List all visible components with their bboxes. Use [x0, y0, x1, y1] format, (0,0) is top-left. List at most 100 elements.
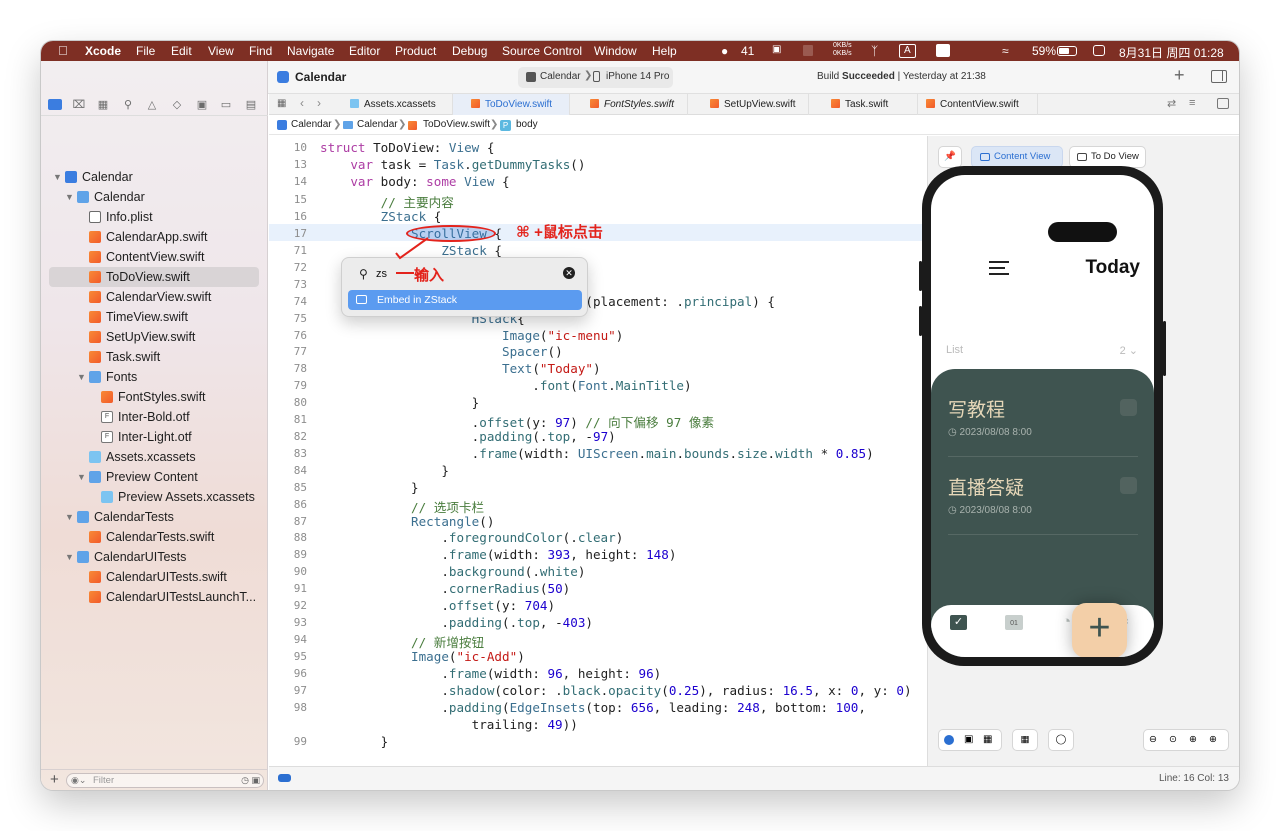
add-task-button[interactable]: + — [1072, 603, 1127, 657]
menu-item-find[interactable]: Find — [249, 44, 272, 58]
tree-item-calendarapp[interactable]: CalendarApp.swift — [49, 227, 259, 247]
tree-item-task[interactable]: Task.swift — [49, 347, 259, 367]
bluetooth-icon[interactable]: ᛉ — [871, 44, 878, 58]
issue-navigator-icon[interactable]: △ — [145, 98, 159, 112]
variants-icon[interactable]: ▦ — [983, 730, 992, 750]
tree-item-fonts-group[interactable]: ▼ Fonts — [49, 367, 259, 387]
folder-navigator-icon[interactable] — [48, 99, 62, 110]
task-checkbox[interactable] — [1120, 477, 1137, 494]
menu-item-navigate[interactable]: Navigate — [287, 44, 334, 58]
tree-item-preview-assets[interactable]: Preview Assets.xcassets — [49, 487, 259, 507]
photos-icon[interactable] — [936, 44, 950, 57]
input-source[interactable]: A — [899, 44, 916, 58]
report-navigator-icon[interactable]: ▤ — [244, 98, 258, 112]
selectable-icon[interactable]: ▣ — [964, 730, 973, 750]
breadcrumb-symbol[interactable]: body — [516, 115, 538, 135]
find-navigator-icon[interactable]: ⚲ — [121, 98, 135, 112]
clear-search-icon[interactable]: ✕ — [563, 267, 575, 279]
menubar-clock[interactable]: 8月31日 周四 01:28 — [1119, 44, 1224, 61]
breakpoint-navigator-icon[interactable]: ▭ — [219, 98, 233, 112]
doc-icon[interactable] — [803, 45, 813, 56]
menu-item-window[interactable]: Window — [594, 44, 637, 58]
debug-area-toggle[interactable] — [278, 774, 291, 782]
recent-files-icon[interactable]: ◷ — [241, 775, 249, 786]
add-editor-icon[interactable] — [1217, 98, 1229, 109]
tree-item-calendar-group[interactable]: ▼ Calendar — [49, 187, 259, 207]
zoom-100-icon[interactable]: ⊙ — [1169, 730, 1177, 750]
filter-options-icon[interactable]: ◉⌄ — [71, 775, 86, 786]
tab-task[interactable]: Task.swift — [809, 94, 918, 115]
tab-todoview[interactable]: ToDoView.swift — [453, 94, 570, 115]
tree-item-info-plist[interactable]: Info.plist — [49, 207, 259, 227]
wifi-icon[interactable]: ≈ — [1002, 44, 1009, 58]
list-count[interactable]: 2 ⌄ — [1120, 344, 1138, 357]
source-control-icon[interactable]: ⌧ — [72, 98, 86, 112]
embed-in-zstack-option[interactable]: Embed in ZStack — [348, 290, 582, 310]
test-navigator-icon[interactable]: ◇ — [170, 98, 184, 112]
menu-item-view[interactable]: View — [208, 44, 234, 58]
add-icon[interactable]: + — [1174, 65, 1185, 86]
live-preview-icon[interactable] — [944, 735, 954, 745]
tree-item-calendaruitests-group[interactable]: ▼ CalendarUITests — [49, 547, 259, 567]
tree-item-contentview[interactable]: ContentView.swift — [49, 247, 259, 267]
tree-item-assets[interactable]: Assets.xcassets — [49, 447, 259, 467]
task-checkbox[interactable] — [1120, 399, 1137, 416]
filter-field[interactable]: ◉⌄ Filter ◷ ▣ — [66, 773, 264, 788]
menu-item-help[interactable]: Help — [652, 44, 677, 58]
menu-item-edit[interactable]: Edit — [171, 44, 192, 58]
zoom-out-icon[interactable]: ⊖ — [1149, 730, 1157, 750]
inspector-toggle-icon[interactable] — [1211, 70, 1227, 83]
menu-item-file[interactable]: File — [136, 44, 155, 58]
debug-navigator-icon[interactable]: ▣ — [195, 98, 209, 112]
pin-icon[interactable]: 📌 — [938, 146, 962, 168]
battery-icon[interactable] — [1057, 46, 1077, 56]
scheme-selector[interactable]: Calendar ❯ iPhone 14 Pro — [518, 67, 673, 88]
iphone-screen[interactable]: Today List 2 ⌄ 写教程 ◷ 2023/08/08 8:00 直播答… — [931, 175, 1154, 657]
zoom-in-icon[interactable]: ⊕ — [1209, 730, 1217, 750]
menu-item-source-control[interactable]: Source Control — [502, 44, 582, 58]
device-name[interactable]: iPhone 14 Pro — [606, 71, 669, 82]
breadcrumb-group[interactable]: Calendar — [357, 115, 398, 135]
control-center-icon[interactable] — [1093, 45, 1105, 56]
tree-item-setupview[interactable]: SetUpView.swift — [49, 327, 259, 347]
filter-scm-icon[interactable]: ▣ — [251, 775, 260, 786]
wechat-icon[interactable]: ● — [721, 44, 728, 58]
tab-assets[interactable]: Assets.xcassets — [333, 94, 453, 115]
tree-item-calendar-project[interactable]: ▼ Calendar — [49, 167, 259, 187]
tree-item-fontstyles[interactable]: FontStyles.swift — [49, 387, 259, 407]
tree-item-preview-content[interactable]: ▼ Preview Content — [49, 467, 259, 487]
calendar-tab-icon[interactable]: 01 — [1005, 615, 1023, 630]
screen-icon[interactable]: ▣ — [772, 44, 781, 55]
tree-item-inter-bold[interactable]: F Inter-Bold.otf — [49, 407, 259, 427]
tab-setupview[interactable]: SetUpView.swift — [688, 94, 809, 115]
content-view-button[interactable]: Content View — [971, 146, 1063, 168]
related-items-icon[interactable]: ⇄ — [1167, 97, 1176, 110]
breadcrumb-project[interactable]: Calendar — [291, 115, 332, 135]
tree-item-inter-light[interactable]: F Inter-Light.otf — [49, 427, 259, 447]
device-orientation-icon[interactable]: ◯ — [1048, 729, 1074, 751]
zoom-fit-icon[interactable]: ⊕ — [1189, 730, 1197, 750]
menu-item-product[interactable]: Product — [395, 44, 436, 58]
grid-icon[interactable]: ▦ — [277, 98, 286, 109]
tree-item-calendaruitests-launch[interactable]: CalendarUITestsLaunchT... — [49, 587, 259, 607]
timer-tab-icon[interactable]: ◔ — [1062, 613, 1071, 630]
apple-icon[interactable]:  — [58, 43, 68, 58]
menu-item-debug[interactable]: Debug — [452, 44, 487, 58]
tree-item-calendartests-group[interactable]: ▼ CalendarTests — [49, 507, 259, 527]
scheme-name[interactable]: Calendar — [540, 71, 581, 82]
editor-options-icon[interactable]: ≡ — [1189, 97, 1195, 109]
tree-item-todoview[interactable]: ToDoView.swift — [49, 267, 259, 287]
tree-item-calendartests[interactable]: CalendarTests.swift — [49, 527, 259, 547]
add-file-icon[interactable]: + — [50, 771, 59, 788]
menu-item-editor[interactable]: Editor — [349, 44, 380, 58]
tree-item-calendarview[interactable]: CalendarView.swift — [49, 287, 259, 307]
tree-item-timeview[interactable]: TimeView.swift — [49, 307, 259, 327]
todo-view-button[interactable]: To Do View — [1069, 146, 1146, 168]
tab-contentview[interactable]: ContentView.swift — [918, 94, 1038, 115]
back-arrow-icon[interactable]: ‹ — [300, 96, 304, 110]
menu-item-xcode[interactable]: Xcode — [85, 44, 121, 58]
breadcrumb-file[interactable]: ToDoView.swift — [423, 115, 490, 135]
device-settings-icon[interactable]: ▦ — [1012, 729, 1038, 751]
checklist-tab-icon[interactable]: ✓ — [950, 615, 967, 630]
symbol-navigator-icon[interactable]: ▦ — [96, 98, 110, 112]
